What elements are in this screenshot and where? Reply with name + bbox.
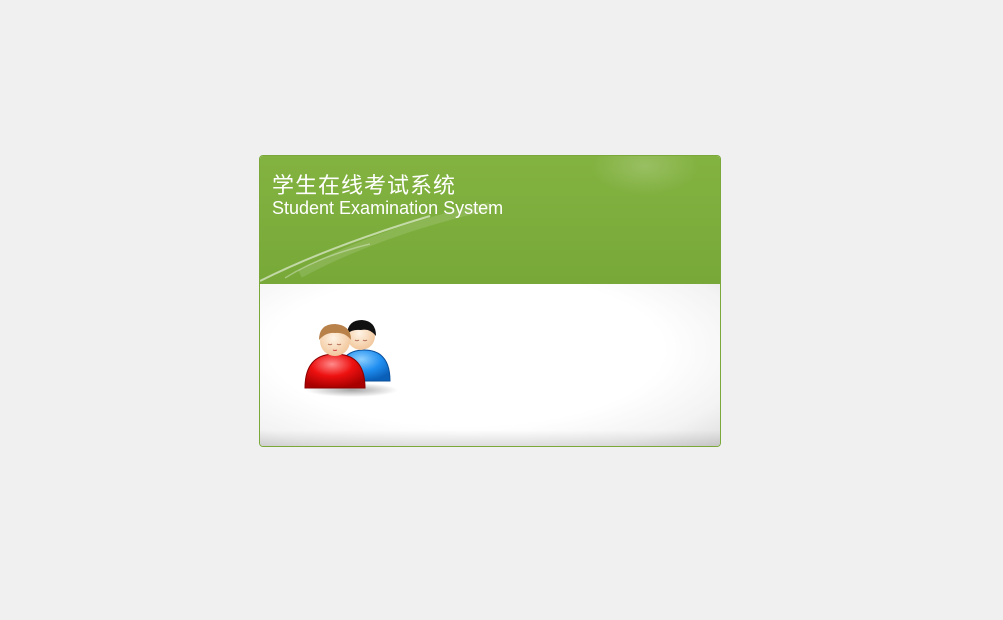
login-panel: 学生在线考试系统 Student Examination System: [259, 155, 721, 447]
panel-body: [260, 284, 720, 446]
body-bottom-shade: [260, 430, 720, 446]
app-title-chinese: 学生在线考试系统: [272, 174, 457, 199]
app-title-english: Student Examination System: [272, 198, 504, 218]
users-icon: [304, 320, 398, 397]
panel-header: 学生在线考试系统 Student Examination System: [260, 156, 720, 284]
